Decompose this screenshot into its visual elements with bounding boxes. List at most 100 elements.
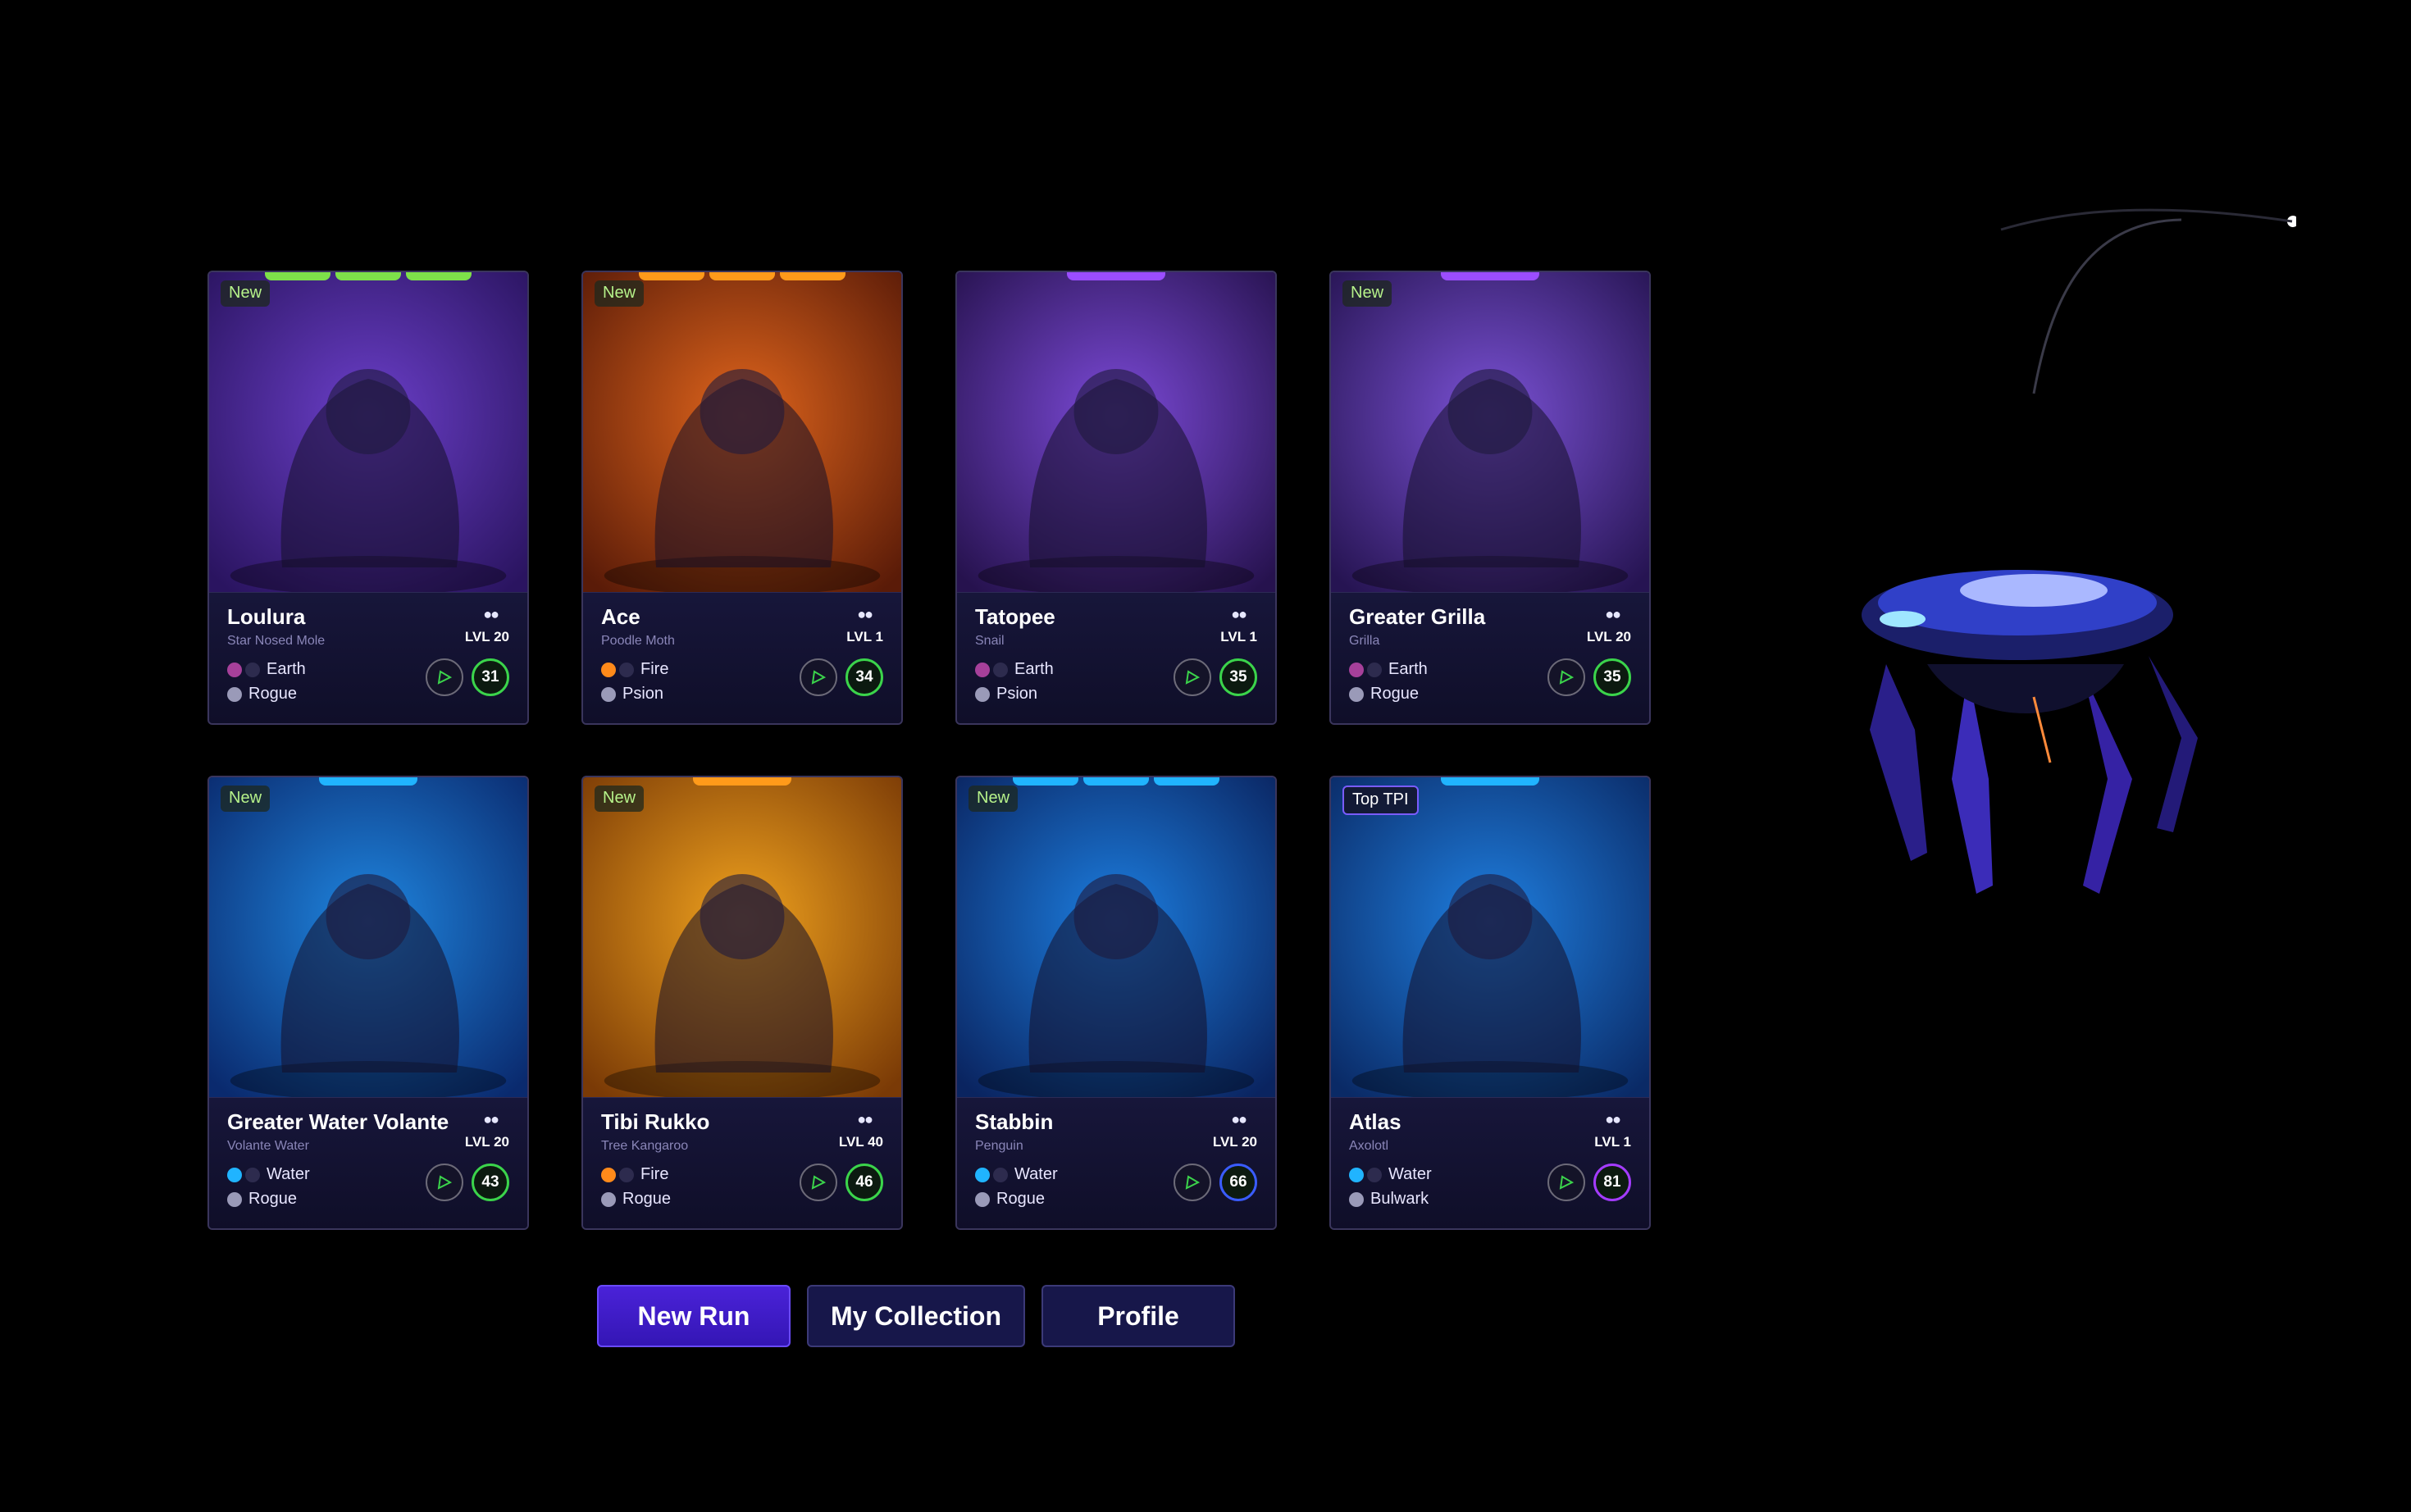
team-icon: ●● (1605, 606, 1621, 622)
creature-level: LVL 1 (846, 629, 883, 644)
fire-icon (601, 662, 616, 677)
creature-card[interactable]: New Loulura Star Nosed Mole ●● LVL 20 Ea… (207, 271, 529, 725)
creature-species: Grilla (1349, 634, 1380, 648)
creature-card[interactable]: Top TPI Atlas Axolotl ●● LVL 1 Water Bul… (1329, 776, 1651, 1230)
rarity-segment (780, 272, 845, 280)
class-label: Rogue (1370, 685, 1419, 703)
rarity-bar (265, 272, 472, 282)
creature-card[interactable]: New Tibi Rukko Tree Kangaroo ●● LVL 40 F… (581, 776, 903, 1230)
power-stat: 46 (845, 1164, 883, 1201)
new-run-button[interactable]: New Run (597, 1285, 791, 1347)
power-stat: 81 (1593, 1164, 1631, 1201)
rogue-icon (227, 686, 242, 702)
slot-icon (245, 1167, 260, 1182)
psion-icon (975, 686, 990, 702)
rarity-segment (1013, 777, 1078, 786)
rarity-segment (1441, 272, 1539, 280)
class-label: Psion (622, 685, 664, 703)
team-icon: ●● (1231, 606, 1247, 622)
rarity-bar (1013, 777, 1219, 787)
rarity-segment (319, 777, 417, 786)
creature-species: Volante Water (227, 1139, 309, 1153)
element-row: Earth (1349, 660, 1428, 679)
creature-card[interactable]: New Ace Poodle Moth ●● LVL 1 Fire Psion … (581, 271, 903, 725)
element-row: Earth (975, 660, 1054, 679)
rarity-segment (1083, 777, 1149, 786)
move-icon (800, 658, 837, 696)
creature-portrait (957, 272, 1275, 592)
water-icon (975, 1167, 990, 1182)
slot-icon (619, 1167, 634, 1182)
my-collection-button[interactable]: My Collection (807, 1285, 1025, 1347)
class-row: Rogue (227, 685, 297, 704)
creature-name: Stabbin (975, 1109, 1054, 1134)
class-row: Bulwark (1349, 1190, 1429, 1209)
creature-card-grid: New Loulura Star Nosed Mole ●● LVL 20 Ea… (207, 271, 1651, 1230)
move-icon (426, 1164, 463, 1201)
card-info: Tatopee Snail ●● LVL 1 Earth Psion 35 (957, 592, 1275, 723)
creature-level: LVL 20 (1586, 629, 1631, 644)
creature-species: Tree Kangaroo (601, 1139, 689, 1153)
element-label: Fire (640, 660, 669, 678)
creature-portrait (957, 777, 1275, 1097)
creature-card[interactable]: New Greater Water Volante Volante Water … (207, 776, 529, 1230)
creature-species: Penguin (975, 1139, 1023, 1153)
power-stat: 66 (1219, 1164, 1257, 1201)
creature-portrait (1331, 272, 1649, 592)
team-icon: ●● (1231, 1111, 1247, 1127)
earth-icon (975, 662, 990, 677)
creature-card[interactable]: New Stabbin Penguin ●● LVL 20 Water Rogu… (955, 776, 1277, 1230)
status-badge: New (1342, 280, 1392, 307)
element-label: Earth (1388, 660, 1428, 678)
element-row: Earth (227, 660, 306, 679)
rogue-icon (601, 1191, 616, 1207)
class-label: Rogue (248, 1190, 297, 1208)
creature-portrait (583, 272, 901, 592)
move-icon (800, 1164, 837, 1201)
creature-name: Tibi Rukko (601, 1109, 710, 1134)
rarity-segment (265, 272, 330, 280)
profile-button[interactable]: Profile (1041, 1285, 1235, 1347)
water-icon (1349, 1167, 1364, 1182)
creature-portrait (209, 272, 527, 592)
slot-icon (1367, 1167, 1382, 1182)
class-label: Psion (996, 685, 1038, 703)
class-row: Rogue (975, 1190, 1045, 1209)
rogue-icon (227, 1191, 242, 1207)
class-row: Rogue (601, 1190, 671, 1209)
element-label: Water (267, 1165, 310, 1183)
rarity-segment (1067, 272, 1165, 280)
rarity-bar (1441, 777, 1539, 787)
status-badge: Top TPI (1342, 786, 1419, 815)
creature-card[interactable]: New Greater Grilla Grilla ●● LVL 20 Eart… (1329, 271, 1651, 725)
rarity-bar (1067, 272, 1165, 282)
creature-level: LVL 20 (1212, 1134, 1257, 1150)
class-row: Psion (975, 685, 1037, 704)
team-icon: ●● (857, 606, 873, 622)
creature-card[interactable]: Tatopee Snail ●● LVL 1 Earth Psion 35 (955, 271, 1277, 725)
class-row: Rogue (227, 1190, 297, 1209)
creature-name: Ace (601, 604, 640, 629)
rogue-icon (975, 1191, 990, 1207)
move-icon (426, 658, 463, 696)
status-badge: New (595, 786, 645, 812)
rarity-segment (693, 777, 791, 786)
creature-species: Star Nosed Mole (227, 634, 326, 648)
creature-name: Atlas (1349, 1109, 1401, 1134)
slot-icon (619, 662, 634, 677)
card-info: Atlas Axolotl ●● LVL 1 Water Bulwark 81 (1331, 1097, 1649, 1228)
element-label: Earth (1014, 660, 1054, 678)
rarity-bar (1441, 272, 1539, 282)
creature-level: LVL 40 (838, 1134, 883, 1150)
creature-portrait (583, 777, 901, 1097)
fire-icon (601, 1167, 616, 1182)
status-badge: New (969, 786, 1019, 812)
status-badge: New (221, 280, 271, 307)
class-label: Rogue (622, 1190, 671, 1208)
slot-icon (993, 662, 1008, 677)
creature-name: Greater Grilla (1349, 604, 1486, 629)
move-icon (1547, 1164, 1585, 1201)
slot-icon (993, 1167, 1008, 1182)
class-label: Rogue (248, 685, 297, 703)
slot-icon (1367, 662, 1382, 677)
